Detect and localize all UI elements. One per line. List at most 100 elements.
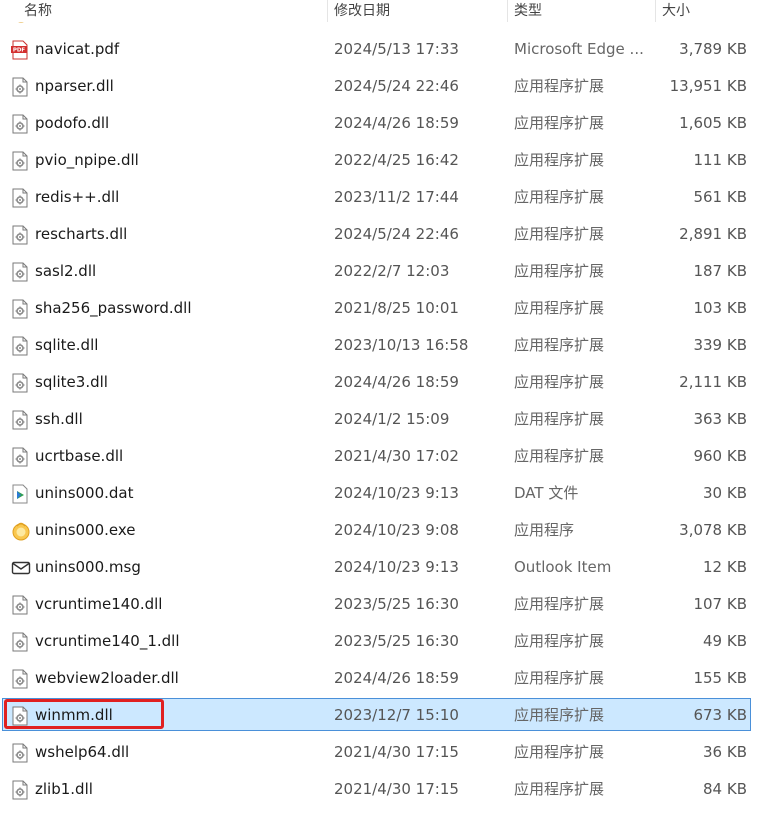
column-header-date[interactable]: 修改日期 xyxy=(327,0,507,22)
file-modified-date: 2023/5/25 16:30 xyxy=(334,595,459,613)
exe-icon xyxy=(11,512,31,549)
file-type: 应用程序扩展 xyxy=(514,151,605,169)
file-type: 应用程序 xyxy=(514,521,575,539)
file-name[interactable]: navicat.pdf xyxy=(35,31,325,68)
file-name[interactable]: ssh.dll xyxy=(35,401,325,438)
file-size: 49 KB xyxy=(703,632,747,650)
file-row[interactable]: redis++.dll 2023/11/2 17:44 应用程序扩展 561 KB xyxy=(0,179,770,216)
column-header-type-label: 类型 xyxy=(514,3,542,19)
dll-icon xyxy=(11,734,31,771)
file-name[interactable]: vcruntime140.dll xyxy=(35,586,325,623)
file-name[interactable]: sasl2.dll xyxy=(35,253,325,290)
file-type: 应用程序扩展 xyxy=(514,77,605,95)
file-size: 3,789 KB xyxy=(679,40,747,58)
file-modified-date: 2024/5/24 22:46 xyxy=(334,225,459,243)
file-row[interactable]: ssh.dll 2024/1/2 15:09 应用程序扩展 363 KB xyxy=(0,401,770,438)
file-row[interactable]: wshelp64.dll 2021/4/30 17:15 应用程序扩展 36 KB xyxy=(0,734,770,771)
file-type: 应用程序扩展 xyxy=(514,262,605,280)
file-name[interactable]: wshelp64.dll xyxy=(35,734,325,771)
file-modified-date: 2024/10/23 9:08 xyxy=(334,521,459,539)
file-type: 应用程序扩展 xyxy=(514,299,605,317)
file-row[interactable]: nparser.dll 2024/5/24 22:46 应用程序扩展 13,951 K… xyxy=(0,68,770,105)
file-name[interactable]: podofo.dll xyxy=(35,105,325,142)
dll-icon xyxy=(11,253,31,290)
file-name[interactable]: sqlite3.dll xyxy=(35,364,325,401)
file-type: 应用程序扩展 xyxy=(514,188,605,206)
file-row[interactable]: vcruntime140.dll 2023/5/25 16:30 应用程序扩展 107… xyxy=(0,586,770,623)
dll-icon xyxy=(11,290,31,327)
dll-icon xyxy=(11,401,31,438)
file-size: 2,111 KB xyxy=(679,373,747,391)
file-name[interactable]: vcruntime140_1.dll xyxy=(35,623,325,660)
file-row[interactable]: winmm.dll 2023/12/7 15:10 应用程序扩展 673 KB xyxy=(0,697,770,734)
file-name[interactable]: rescharts.dll xyxy=(35,216,325,253)
file-modified-date: 2023/10/13 16:58 xyxy=(334,336,469,354)
file-row[interactable]: unins000.exe 2024/10/23 9:08 应用程序 3,078 KB xyxy=(0,512,770,549)
file-list: navicat.exe2024/5/29 1:14应用程序64,296 KBPD… xyxy=(0,0,770,808)
file-row[interactable]: zlib1.dll 2021/4/30 17:15 应用程序扩展 84 KB xyxy=(0,771,770,808)
file-row[interactable]: sasl2.dll 2022/2/7 12:03 应用程序扩展 187 KB xyxy=(0,253,770,290)
dll-icon xyxy=(11,68,31,105)
file-row[interactable]: webview2loader.dll 2024/4/26 18:59 应用程序扩展 1… xyxy=(0,660,770,697)
file-modified-date: 2022/2/7 12:03 xyxy=(334,262,450,280)
file-size: 673 KB xyxy=(693,706,747,724)
dll-icon xyxy=(11,660,31,697)
file-modified-date: 2024/5/13 17:33 xyxy=(334,40,459,58)
file-size: 107 KB xyxy=(693,595,747,613)
file-size: 363 KB xyxy=(693,410,747,428)
file-modified-date: 2024/4/26 18:59 xyxy=(334,114,459,132)
file-size: 155 KB xyxy=(693,669,747,687)
file-name[interactable]: sqlite.dll xyxy=(35,327,325,364)
file-name[interactable]: unins000.exe xyxy=(35,512,325,549)
file-size: 960 KB xyxy=(693,447,747,465)
file-modified-date: 2024/1/2 15:09 xyxy=(334,410,450,428)
file-name[interactable]: ucrtbase.dll xyxy=(35,438,325,475)
file-row[interactable]: unins000.dat 2024/10/23 9:13 DAT 文件 30 KB xyxy=(0,475,770,512)
file-size: 187 KB xyxy=(693,262,747,280)
column-header-size[interactable]: 大小 xyxy=(655,0,770,22)
file-name[interactable]: sha256_password.dll xyxy=(35,290,325,327)
file-size: 12 KB xyxy=(703,558,747,576)
file-size: 103 KB xyxy=(693,299,747,317)
file-size: 339 KB xyxy=(693,336,747,354)
file-name[interactable]: pvio_npipe.dll xyxy=(35,142,325,179)
file-size: 13,951 KB xyxy=(669,77,747,95)
file-type: 应用程序扩展 xyxy=(514,780,605,798)
dll-icon xyxy=(11,179,31,216)
file-row[interactable]: sqlite3.dll 2024/4/26 18:59 应用程序扩展 2,111 KB xyxy=(0,364,770,401)
file-size: 30 KB xyxy=(703,484,747,502)
annotation-red-box xyxy=(4,699,164,729)
file-modified-date: 2024/4/26 18:59 xyxy=(334,373,459,391)
file-name[interactable]: unins000.dat xyxy=(35,475,325,512)
dll-icon xyxy=(11,142,31,179)
file-name[interactable]: zlib1.dll xyxy=(35,771,325,808)
file-modified-date: 2021/8/25 10:01 xyxy=(334,299,459,317)
file-row[interactable]: sqlite.dll 2023/10/13 16:58 应用程序扩展 339 KB xyxy=(0,327,770,364)
dat-icon xyxy=(11,475,31,512)
column-header-type[interactable]: 类型 xyxy=(507,0,655,22)
file-row[interactable]: unins000.msg 2024/10/23 9:13 Outlook Item 1… xyxy=(0,549,770,586)
file-row[interactable]: sha256_password.dll 2021/8/25 10:01 应用程序扩展… xyxy=(0,290,770,327)
file-modified-date: 2023/12/7 15:10 xyxy=(334,706,459,724)
file-type: 应用程序扩展 xyxy=(514,595,605,613)
file-modified-date: 2021/4/30 17:15 xyxy=(334,780,459,798)
column-header-name[interactable]: 名称 xyxy=(0,0,327,22)
file-modified-date: 2024/10/23 9:13 xyxy=(334,484,459,502)
column-header-name-label: 名称 xyxy=(24,3,52,19)
file-name[interactable]: nparser.dll xyxy=(35,68,325,105)
file-size: 111 KB xyxy=(693,151,747,169)
file-row[interactable]: rescharts.dll 2024/5/24 22:46 应用程序扩展 2,891 … xyxy=(0,216,770,253)
file-row[interactable]: ucrtbase.dll 2021/4/30 17:02 应用程序扩展 960 KB xyxy=(0,438,770,475)
dll-icon xyxy=(11,623,31,660)
file-row[interactable]: podofo.dll 2024/4/26 18:59 应用程序扩展 1,605 KB xyxy=(0,105,770,142)
file-name[interactable]: redis++.dll xyxy=(35,179,325,216)
file-name[interactable]: unins000.msg xyxy=(35,549,325,586)
file-row[interactable]: pvio_npipe.dll 2022/4/25 16:42 应用程序扩展 111 K… xyxy=(0,142,770,179)
file-name[interactable]: webview2loader.dll xyxy=(35,660,325,697)
file-size: 2,891 KB xyxy=(679,225,747,243)
file-modified-date: 2022/4/25 16:42 xyxy=(334,151,459,169)
file-row[interactable]: PDF navicat.pdf 2024/5/13 17:33 Microsoft E… xyxy=(0,31,770,68)
file-row[interactable]: vcruntime140_1.dll 2023/5/25 16:30 应用程序扩展 4… xyxy=(0,623,770,660)
file-type: 应用程序扩展 xyxy=(514,447,605,465)
column-header-size-label: 大小 xyxy=(662,3,690,19)
